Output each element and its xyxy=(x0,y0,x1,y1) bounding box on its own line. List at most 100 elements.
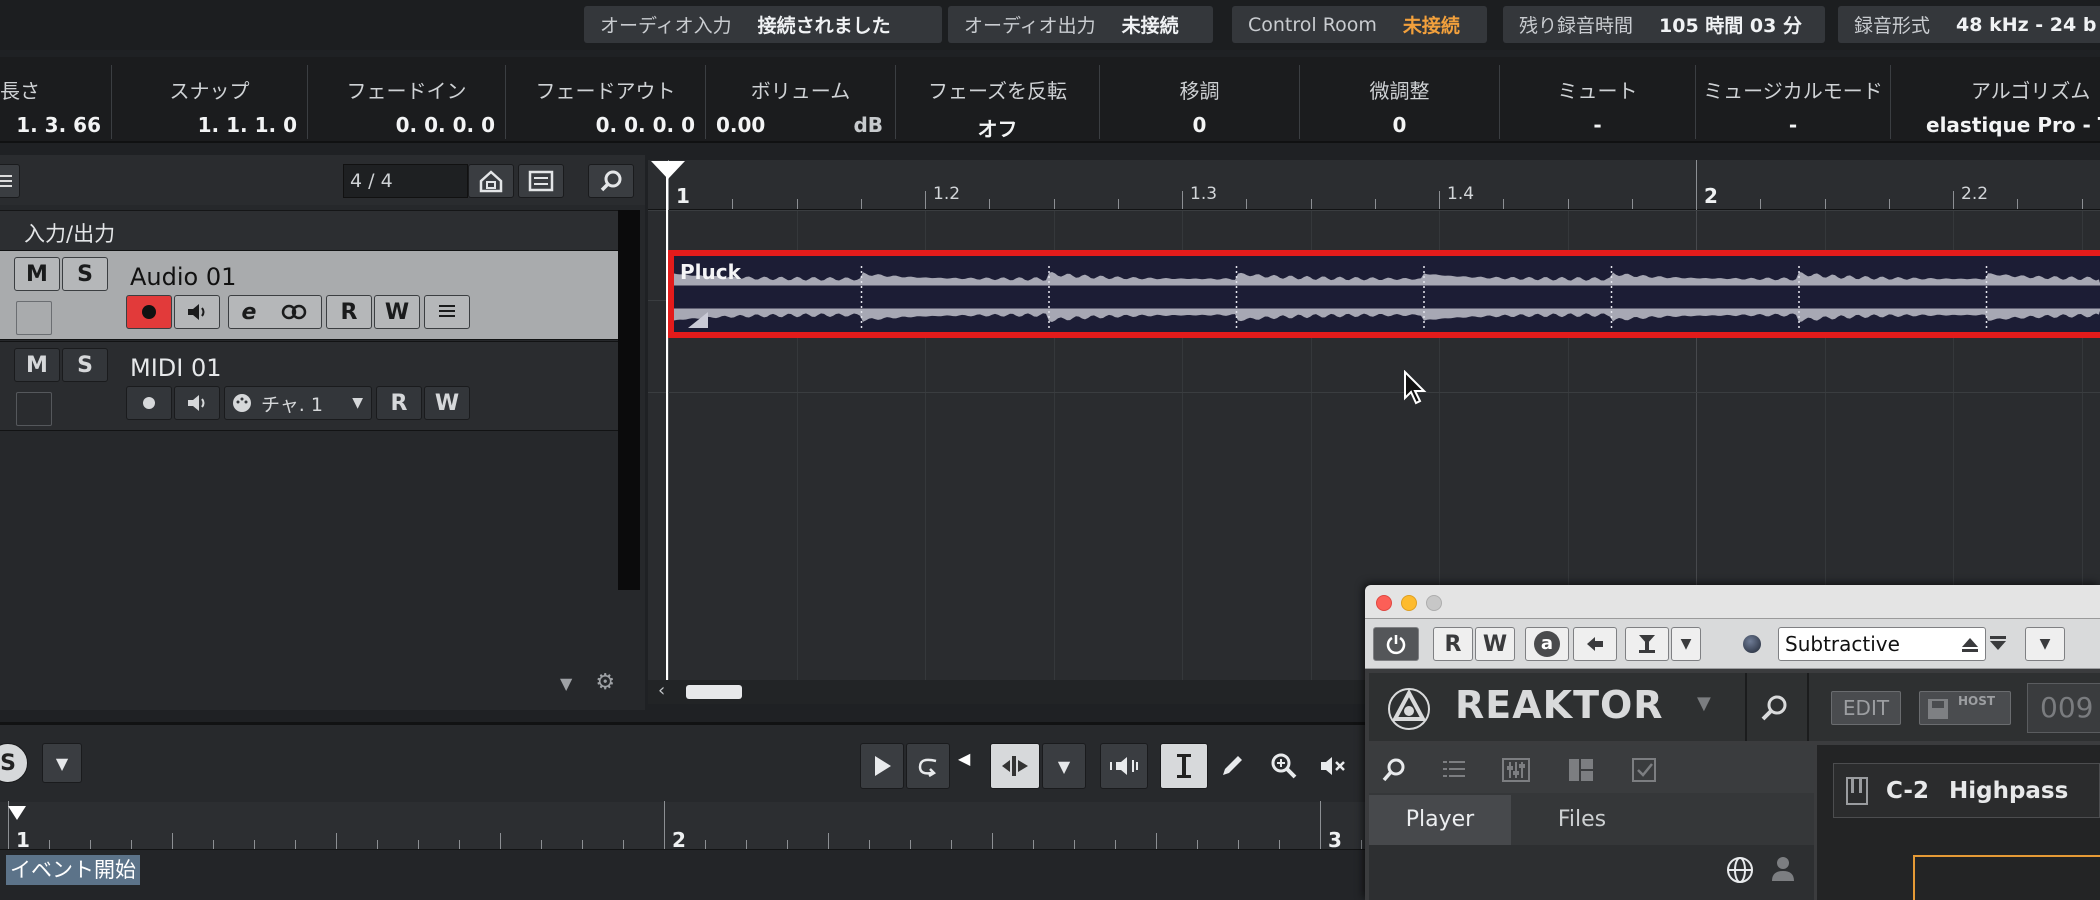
monitor-button[interactable] xyxy=(174,386,220,420)
auto-bypass-button[interactable]: a xyxy=(1525,627,1569,661)
read-automation-button[interactable]: R xyxy=(1433,627,1473,661)
track-color-swatch[interactable] xyxy=(16,301,52,335)
auto-scroll-button[interactable] xyxy=(990,743,1040,789)
info-volume[interactable]: ボリューム 0.00 dB xyxy=(706,65,896,139)
edit-insert-group[interactable]: e xyxy=(228,295,322,329)
record-enable-button[interactable] xyxy=(126,386,172,420)
mute-button[interactable]: M xyxy=(14,348,60,382)
chevron-down-icon[interactable]: ▼ xyxy=(1671,627,1701,661)
horizontal-scrollbar[interactable]: ‹ xyxy=(648,680,1368,704)
solo-button[interactable]: S xyxy=(62,257,108,291)
monitor-button[interactable] xyxy=(174,295,220,329)
info-musical-mode-value: - xyxy=(1788,113,1798,137)
tab-files[interactable]: Files xyxy=(1511,795,1653,845)
solo-button[interactable]: S xyxy=(62,348,108,382)
gear-icon[interactable]: ⚙ xyxy=(595,670,615,695)
play-button[interactable] xyxy=(860,743,904,789)
chevron-down-icon[interactable]: ▼ xyxy=(560,674,572,693)
folder-track-io[interactable]: 入力/出力 xyxy=(0,210,618,250)
preset-nav-buttons[interactable] xyxy=(1953,627,2019,661)
previous-preset-button[interactable] xyxy=(1573,627,1617,661)
ruler-tick xyxy=(1953,191,1954,209)
track-list-divider[interactable] xyxy=(618,210,640,590)
zoom-window-button[interactable] xyxy=(1426,595,1442,611)
info-fade-in[interactable]: フェードイン 0. 0. 0. 0 xyxy=(308,65,506,139)
snapshot-number[interactable]: 009 xyxy=(2027,683,2100,733)
record-enable-button[interactable] xyxy=(126,295,172,329)
editor-event-lane[interactable] xyxy=(0,850,1370,900)
chevron-down-icon[interactable]: ▼ xyxy=(1042,743,1086,789)
record-time-status[interactable]: 残り録音時間 105 時間 03 分 xyxy=(1503,6,1825,43)
editor-ruler-tick xyxy=(1320,801,1321,849)
browser-panel: Player Files xyxy=(1369,745,1814,900)
read-automation-button[interactable]: R xyxy=(376,386,422,420)
info-transpose[interactable]: 移調 0 xyxy=(1100,65,1300,139)
track-midi-01[interactable]: M S MIDI 01 チャ. 1 ▼ R W xyxy=(0,341,618,431)
mute-tool[interactable] xyxy=(1310,743,1354,789)
write-automation-button[interactable]: W xyxy=(374,295,420,329)
track-options-button[interactable] xyxy=(0,164,20,198)
editor-ruler-tick xyxy=(951,840,952,849)
power-button[interactable] xyxy=(1373,627,1419,661)
close-window-button[interactable] xyxy=(1376,595,1392,611)
solo-editor-button[interactable]: S xyxy=(0,743,28,783)
audio-input-status[interactable]: オーディオ入力 接続されました xyxy=(584,6,942,43)
globe-icon[interactable] xyxy=(1725,855,1755,885)
track-name[interactable]: MIDI 01 xyxy=(130,354,222,382)
tab-player[interactable]: Player xyxy=(1369,795,1511,845)
lower-zone-toolbar: S ▼ ◀ ▼ xyxy=(0,722,1370,802)
track-color-swatch[interactable] xyxy=(16,392,52,426)
midi-channel-select[interactable]: チャ. 1 ▼ xyxy=(224,386,372,420)
info-mute[interactable]: ミュート - xyxy=(1500,65,1696,139)
info-fine-tune[interactable]: 微調整 0 xyxy=(1300,65,1500,139)
object-selection-tool[interactable] xyxy=(1160,743,1208,789)
track-audio-01[interactable]: M S Audio 01 e R W xyxy=(0,250,618,340)
audio-output-status[interactable]: オーディオ出力 未接続 xyxy=(948,6,1213,43)
control-room-status[interactable]: Control Room 未接続 xyxy=(1232,6,1487,43)
chevron-down-icon[interactable]: ▼ xyxy=(2025,627,2065,661)
chevron-down-icon[interactable]: ▼ xyxy=(42,743,82,783)
write-automation-button[interactable]: W xyxy=(1475,627,1515,661)
info-snap[interactable]: スナップ 1. 1. 1. 0 xyxy=(112,65,308,139)
track-search-button[interactable] xyxy=(588,164,634,198)
mixer-icon[interactable] xyxy=(1501,757,1531,783)
timeline-ruler[interactable]: 1 1.2 1.3 1.4 2 2.2 xyxy=(648,160,2100,210)
info-length[interactable]: 長さ 1. 3. 66 xyxy=(0,65,112,139)
side-chain-button[interactable] xyxy=(1625,627,1669,661)
record-format-status[interactable]: 録音形式 48 kHz - 24 b xyxy=(1838,6,2100,43)
window-title-bar[interactable] xyxy=(1365,585,2100,619)
minimize-window-button[interactable] xyxy=(1401,595,1417,611)
loop-button[interactable] xyxy=(906,743,950,789)
search-icon[interactable] xyxy=(1760,693,1790,723)
host-sync-button[interactable]: HOST xyxy=(1919,691,2011,725)
editor-ruler[interactable]: 1 2 3 xyxy=(0,801,1370,852)
track-name[interactable]: Audio 01 xyxy=(130,263,236,291)
read-automation-button[interactable]: R xyxy=(326,295,372,329)
lanes-button[interactable] xyxy=(424,295,470,329)
chevron-down-icon[interactable]: ▼ xyxy=(1697,693,1711,714)
track-presets-button[interactable] xyxy=(518,164,564,198)
zoom-tool[interactable] xyxy=(1262,743,1306,789)
info-algorithm[interactable]: アルゴリズム elastique Pro - Ti xyxy=(1891,65,2100,139)
info-invert-phase[interactable]: フェーズを反転 オフ xyxy=(896,65,1100,141)
editor-playhead[interactable] xyxy=(8,806,26,820)
acoustic-feedback-button[interactable] xyxy=(1100,743,1148,789)
search-icon[interactable] xyxy=(1381,757,1407,783)
ruler-tick xyxy=(796,199,798,209)
scroll-left-icon[interactable]: ‹ xyxy=(658,680,665,701)
visibility-agents-button[interactable] xyxy=(468,164,514,198)
mute-button[interactable]: M xyxy=(14,257,60,291)
checkbox-icon[interactable] xyxy=(1631,757,1659,783)
write-automation-button[interactable]: W xyxy=(424,386,470,420)
edit-button[interactable]: EDIT xyxy=(1831,691,1901,725)
info-fade-out[interactable]: フェードアウト 0. 0. 0. 0 xyxy=(506,65,706,139)
scroll-thumb[interactable] xyxy=(686,685,742,699)
user-icon[interactable] xyxy=(1769,853,1797,883)
filter-panel[interactable]: C-2 Highpass xyxy=(1833,763,2100,818)
list-icon[interactable] xyxy=(1441,759,1467,781)
layout-icon[interactable] xyxy=(1567,757,1595,783)
info-musical-mode[interactable]: ミュージカルモード - xyxy=(1696,65,1891,139)
audio-event-pluck[interactable]: Pluck xyxy=(668,250,2100,338)
playhead-marker[interactable] xyxy=(651,161,685,179)
draw-tool[interactable] xyxy=(1210,743,1254,789)
